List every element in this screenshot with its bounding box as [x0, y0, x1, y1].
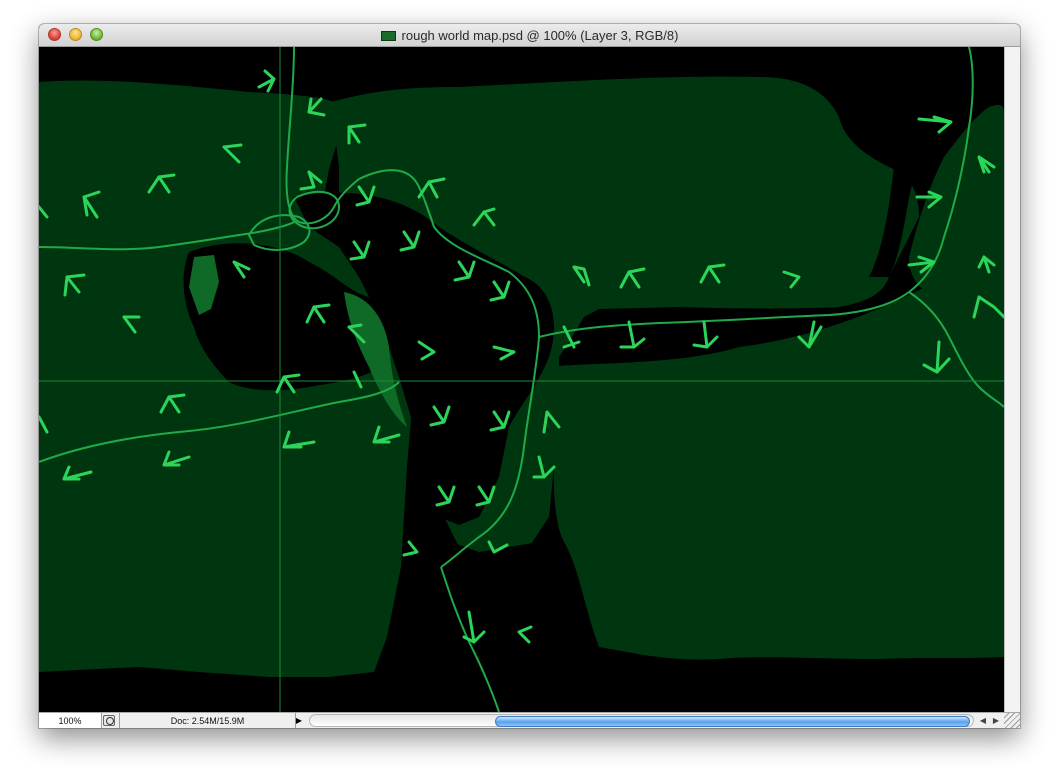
scroll-left-icon[interactable]: ◀	[977, 715, 989, 726]
zoom-value: 100%	[58, 715, 82, 726]
map-artwork	[39, 46, 1006, 713]
triangle-right-icon[interactable]: ▶	[295, 715, 303, 726]
scroll-right-icon[interactable]: ▶	[990, 715, 1002, 726]
doc-info-text: Doc: 2.54M/15.9M	[170, 715, 245, 726]
status-icon[interactable]	[103, 715, 115, 726]
document-window: rough world map.psd @ 100% (Layer 3, RGB…	[39, 24, 1020, 728]
doc-info: Doc: 2.54M/15.9M	[119, 713, 296, 728]
status-bar: 100% Doc: 2.54M/15.9M ▶ ◀ ▶	[39, 712, 1020, 728]
title-wrap: rough world map.psd @ 100% (Layer 3, RGB…	[39, 24, 1020, 47]
resize-grip[interactable]	[1004, 713, 1020, 728]
image-canvas[interactable]	[39, 46, 1006, 713]
vertical-scrollbar[interactable]	[1004, 47, 1020, 712]
document-icon	[380, 30, 396, 41]
titlebar[interactable]: rough world map.psd @ 100% (Layer 3, RGB…	[39, 24, 1020, 47]
zoom-field[interactable]: 100%	[39, 713, 102, 728]
horizontal-scrollbar[interactable]	[309, 714, 974, 727]
horizontal-scroll-thumb[interactable]	[495, 716, 970, 727]
window-title: rough world map.psd @ 100% (Layer 3, RGB…	[401, 28, 679, 43]
